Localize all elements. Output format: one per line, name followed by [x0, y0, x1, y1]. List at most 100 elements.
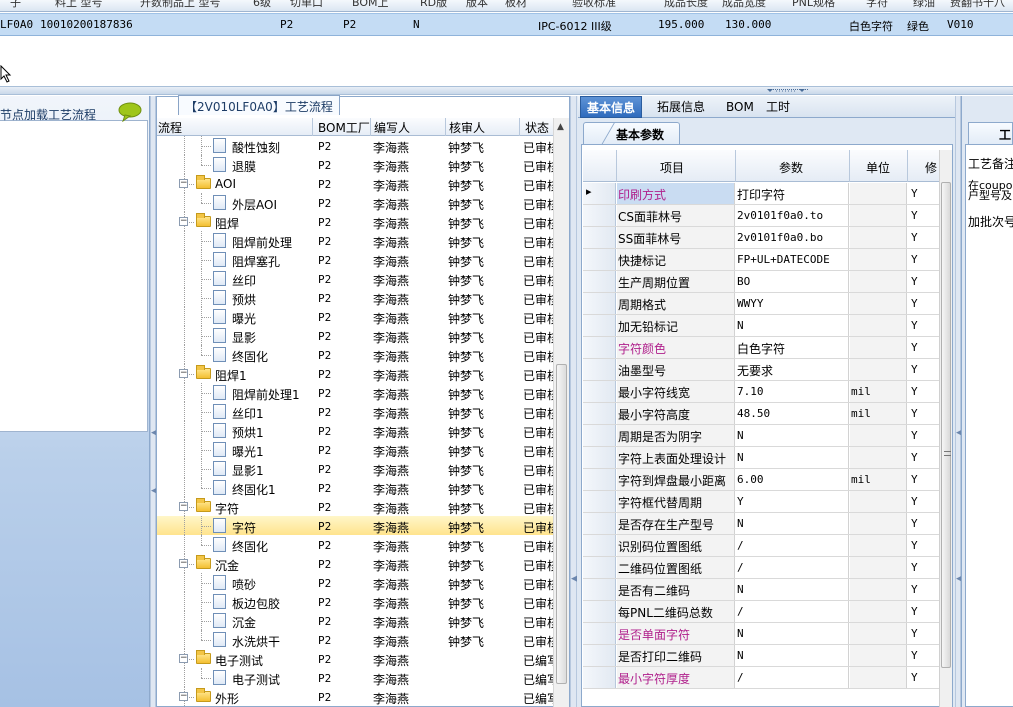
expander-icon[interactable]: −	[179, 559, 188, 568]
param-value[interactable]: Y	[736, 491, 849, 512]
param-value[interactable]: 无要求	[736, 359, 849, 380]
row-indicator[interactable]	[583, 447, 616, 468]
tree-row[interactable]: − 沉金 P2 李海燕 钟梦飞 已审核	[157, 554, 553, 573]
param-row[interactable]: 最小字符厚度 / Y	[583, 667, 939, 689]
tree-row[interactable]: 酸性蚀刻 P2 李海燕 钟梦飞 已审核	[157, 136, 553, 155]
param-row[interactable]: 快捷标记 FP+UL+DATECODE Y	[583, 249, 939, 271]
tab-extended-info[interactable]: 拓展信息	[651, 96, 711, 118]
row-indicator[interactable]	[583, 491, 616, 512]
param-row[interactable]: 周期格式 WWYY Y	[583, 293, 939, 315]
param-row[interactable]: 是否有二维码 N Y	[583, 579, 939, 601]
param-value[interactable]: /	[736, 601, 849, 622]
col-unit[interactable]: 单位	[866, 159, 890, 176]
row-indicator[interactable]	[583, 557, 616, 578]
param-value[interactable]: 6.00	[736, 469, 849, 490]
tab-basic-info[interactable]: 基本信息	[580, 96, 643, 118]
tree-row[interactable]: 水洗烘干 P2 李海燕 钟梦飞 已审核	[157, 630, 553, 649]
row-indicator[interactable]	[583, 293, 616, 314]
col-modify[interactable]: 修	[925, 159, 937, 176]
expander-icon[interactable]: −	[179, 369, 188, 378]
row-indicator[interactable]	[583, 271, 616, 292]
param-row[interactable]: 字符颜色 白色字符 Y	[583, 337, 939, 359]
row-indicator[interactable]	[583, 645, 616, 666]
tree-col-status[interactable]: 状态	[525, 119, 549, 136]
tree-row[interactable]: 电子测试 P2 李海燕 已编写	[157, 668, 553, 687]
expander-icon[interactable]: −	[179, 654, 188, 663]
row-indicator[interactable]	[583, 579, 616, 600]
params-scrollbar[interactable]	[939, 150, 952, 707]
row-indicator[interactable]	[583, 205, 616, 226]
tree-row[interactable]: 曝光 P2 李海燕 钟梦飞 已审核	[157, 307, 553, 326]
tree-row[interactable]: − AOI P2 李海燕 钟梦飞 已审核	[157, 174, 553, 193]
top-grid-row[interactable]: LF0A0 10010200187836 P2 P2 N IPC-6012 II…	[0, 13, 1013, 36]
tree-col-reviewer[interactable]: 核审人	[449, 119, 485, 136]
param-row[interactable]: 生产周期位置 BO Y	[583, 271, 939, 293]
param-row[interactable]: 字符上表面处理设计 N Y	[583, 447, 939, 469]
param-value[interactable]: N	[736, 645, 849, 666]
expander-icon[interactable]: −	[179, 217, 188, 226]
param-row[interactable]: 最小字符线宽 7.10 mil Y	[583, 381, 939, 403]
row-indicator[interactable]	[583, 403, 616, 424]
tree-row[interactable]: 丝印1 P2 李海燕 钟梦飞 已审核	[157, 402, 553, 421]
row-indicator[interactable]	[583, 513, 616, 534]
row-indicator[interactable]	[583, 249, 616, 270]
param-value[interactable]: BO	[736, 271, 849, 292]
col-param[interactable]: 参数	[779, 159, 803, 176]
param-value[interactable]: 2v0101f0a0.bo	[736, 227, 849, 248]
horizontal-splitter[interactable]	[0, 86, 1013, 95]
param-value[interactable]: N	[736, 513, 849, 534]
param-row[interactable]: 最小字符高度 48.50 mil Y	[583, 403, 939, 425]
row-indicator[interactable]	[583, 227, 616, 248]
expander-icon[interactable]: −	[179, 502, 188, 511]
tree-row[interactable]: 终固化 P2 李海燕 钟梦飞 已审核	[157, 535, 553, 554]
tree-row[interactable]: − 阻焊 P2 李海燕 钟梦飞 已审核	[157, 212, 553, 231]
param-value[interactable]: N	[736, 623, 849, 644]
row-indicator[interactable]	[583, 667, 616, 688]
param-value[interactable]: /	[736, 667, 849, 688]
row-indicator[interactable]	[583, 425, 616, 446]
param-value[interactable]: 48.50	[736, 403, 849, 424]
tab-work-hours[interactable]: 工时	[760, 96, 796, 118]
row-indicator[interactable]	[583, 381, 616, 402]
row-indicator[interactable]	[583, 469, 616, 490]
param-value[interactable]: /	[736, 535, 849, 556]
param-row[interactable]: CS面菲林号 2v0101f0a0.to Y	[583, 205, 939, 227]
param-row[interactable]: 字符框代替周期 Y Y	[583, 491, 939, 513]
sub-tab-basic-params[interactable]: 基本参数	[583, 122, 680, 144]
tab-bom[interactable]: BOM	[720, 96, 760, 118]
param-row[interactable]: 加无铅标记 N Y	[583, 315, 939, 337]
expander-icon[interactable]: −	[179, 692, 188, 701]
param-value[interactable]: 白色字符	[736, 337, 849, 358]
param-value[interactable]: FP+UL+DATECODE	[736, 249, 849, 270]
param-row[interactable]: 字符到焊盘最小距离 6.00 mil Y	[583, 469, 939, 491]
tree-row[interactable]: − 外形 P2 李海燕 已编写	[157, 687, 553, 706]
expander-icon[interactable]: −	[179, 179, 188, 188]
tree-row[interactable]: 外层AOI P2 李海燕 钟梦飞 已审核	[157, 193, 553, 212]
col-item[interactable]: 项目	[660, 159, 684, 176]
param-value[interactable]: 7.10	[736, 381, 849, 402]
row-indicator[interactable]	[583, 359, 616, 380]
chat-bubble-icon[interactable]	[118, 102, 142, 122]
tree-col-writer[interactable]: 编写人	[374, 119, 410, 136]
param-value[interactable]: WWYY	[736, 293, 849, 314]
far-right-tab[interactable]: 工	[968, 122, 1013, 144]
param-row[interactable]: SS面菲林号 2v0101f0a0.bo Y	[583, 227, 939, 249]
tree-col-flow[interactable]: 流程	[158, 119, 182, 136]
param-row[interactable]: 是否打印二维码 N Y	[583, 645, 939, 667]
row-indicator[interactable]	[583, 601, 616, 622]
tree-row[interactable]: 预烘 P2 李海燕 钟梦飞 已审核	[157, 288, 553, 307]
tree-row[interactable]: 终固化1 P2 李海燕 钟梦飞 已审核	[157, 478, 553, 497]
tree-row[interactable]: 喷砂 P2 李海燕 钟梦飞 已审核	[157, 573, 553, 592]
param-value[interactable]: 打印字符	[736, 183, 849, 204]
tree-row[interactable]: 字符 P2 李海燕 钟梦飞 已审核	[157, 516, 553, 535]
tree-col-bom[interactable]: BOM工厂	[318, 119, 370, 136]
tree-row[interactable]: 曝光1 P2 李海燕 钟梦飞 已审核	[157, 440, 553, 459]
tree-row[interactable]: 阻焊塞孔 P2 李海燕 钟梦飞 已审核	[157, 250, 553, 269]
tree-row[interactable]: 终固化 P2 李海燕 钟梦飞 已审核	[157, 345, 553, 364]
row-indicator[interactable]	[583, 337, 616, 358]
tree-scrollbar[interactable]: ▲	[553, 118, 569, 707]
tree-row[interactable]: 阻焊前处理1 P2 李海燕 钟梦飞 已审核	[157, 383, 553, 402]
tree-row[interactable]: 丝印 P2 李海燕 钟梦飞 已审核	[157, 269, 553, 288]
param-value[interactable]: /	[736, 557, 849, 578]
row-indicator[interactable]	[583, 535, 616, 556]
